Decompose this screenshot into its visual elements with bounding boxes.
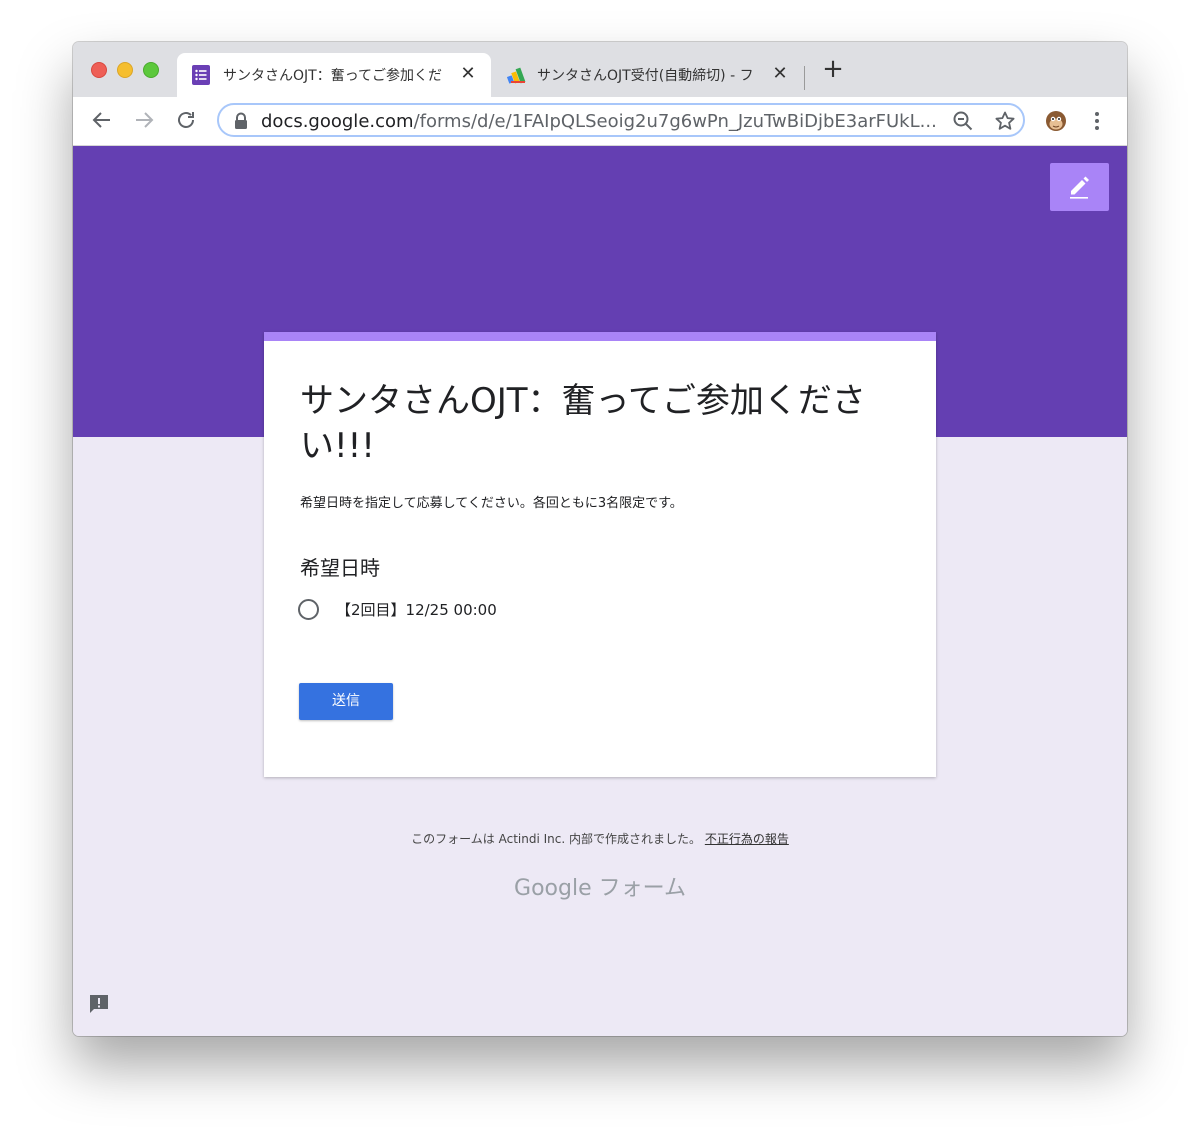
feedback-icon[interactable]: [88, 993, 110, 1015]
google-forms-logo[interactable]: Google フォーム: [73, 870, 1127, 902]
maximize-window-button[interactable]: [143, 62, 159, 78]
apps-script-icon: [507, 67, 526, 84]
pencil-icon: [1070, 176, 1089, 199]
edit-form-button[interactable]: [1050, 163, 1109, 211]
lock-icon: [235, 112, 247, 129]
tab-title: サンタさんOJT受付(自動締切) - フ: [537, 68, 754, 84]
brand-google: Google: [514, 876, 592, 901]
tab-close-icon[interactable]: ✕: [459, 65, 477, 83]
page-content: サンタさんOJT：奮ってご参加ください!!! 希望日時を指定して応募してください…: [73, 146, 1127, 1036]
radio-option-label[interactable]: 【2回目】12/25 00:00: [336, 599, 497, 620]
tab-separator: [804, 66, 805, 90]
reload-icon[interactable]: [174, 108, 198, 132]
avatar[interactable]: [1043, 107, 1069, 133]
address-bar[interactable]: docs.google.com/forms/d/e/1FAIpQLSeoig2u…: [217, 103, 1025, 137]
tab-strip: サンタさんOJT：奮ってご参加くだ ✕ サンタさんOJT受付(自動締切) - フ…: [73, 42, 1127, 97]
close-window-button[interactable]: [91, 62, 107, 78]
tab-title: サンタさんOJT：奮ってご参加くだ: [223, 68, 442, 84]
tab-script[interactable]: サンタさんOJT受付(自動締切) - フ ✕: [493, 53, 803, 97]
zoom-out-icon[interactable]: [952, 110, 974, 132]
radio-option[interactable]: 【2回目】12/25 00:00: [298, 596, 497, 622]
browser-window: サンタさんOJT：奮ってご参加くだ ✕ サンタさんOJT受付(自動締切) - フ…: [73, 42, 1127, 1036]
tab-forms[interactable]: サンタさんOJT：奮ってご参加くだ ✕: [177, 53, 491, 97]
form-description: 希望日時を指定して応募してください。各回ともに3名限定です。: [300, 496, 683, 511]
google-forms-icon: [192, 65, 210, 85]
form-footer: このフォームは Actindi Inc. 内部で作成されました。 不正行為の報告: [73, 830, 1127, 847]
back-arrow-icon[interactable]: [90, 108, 114, 132]
tab-close-icon[interactable]: ✕: [771, 65, 789, 83]
form-card: サンタさんOJT：奮ってご参加ください!!! 希望日時を指定して応募してください…: [264, 332, 936, 777]
browser-toolbar: docs.google.com/forms/d/e/1FAIpQLSeoig2u…: [73, 97, 1127, 146]
new-tab-button[interactable]: +: [821, 56, 845, 82]
bookmark-star-icon[interactable]: [994, 110, 1016, 132]
form-title: サンタさんOJT：奮ってご参加ください!!!: [300, 381, 866, 466]
more-menu-icon[interactable]: [1087, 109, 1107, 133]
brand-forms: フォーム: [598, 876, 686, 901]
radio-button[interactable]: [298, 598, 319, 620]
question-title: 希望日時: [300, 556, 380, 580]
submit-button[interactable]: 送信: [299, 683, 393, 720]
forward-arrow-icon[interactable]: [132, 108, 156, 132]
minimize-window-button[interactable]: [117, 62, 133, 78]
report-abuse-link[interactable]: 不正行為の報告: [705, 832, 789, 846]
url-text: docs.google.com/forms/d/e/1FAIpQLSeoig2u…: [261, 111, 937, 132]
footer-text: このフォームは Actindi Inc. 内部で作成されました。: [411, 832, 701, 846]
